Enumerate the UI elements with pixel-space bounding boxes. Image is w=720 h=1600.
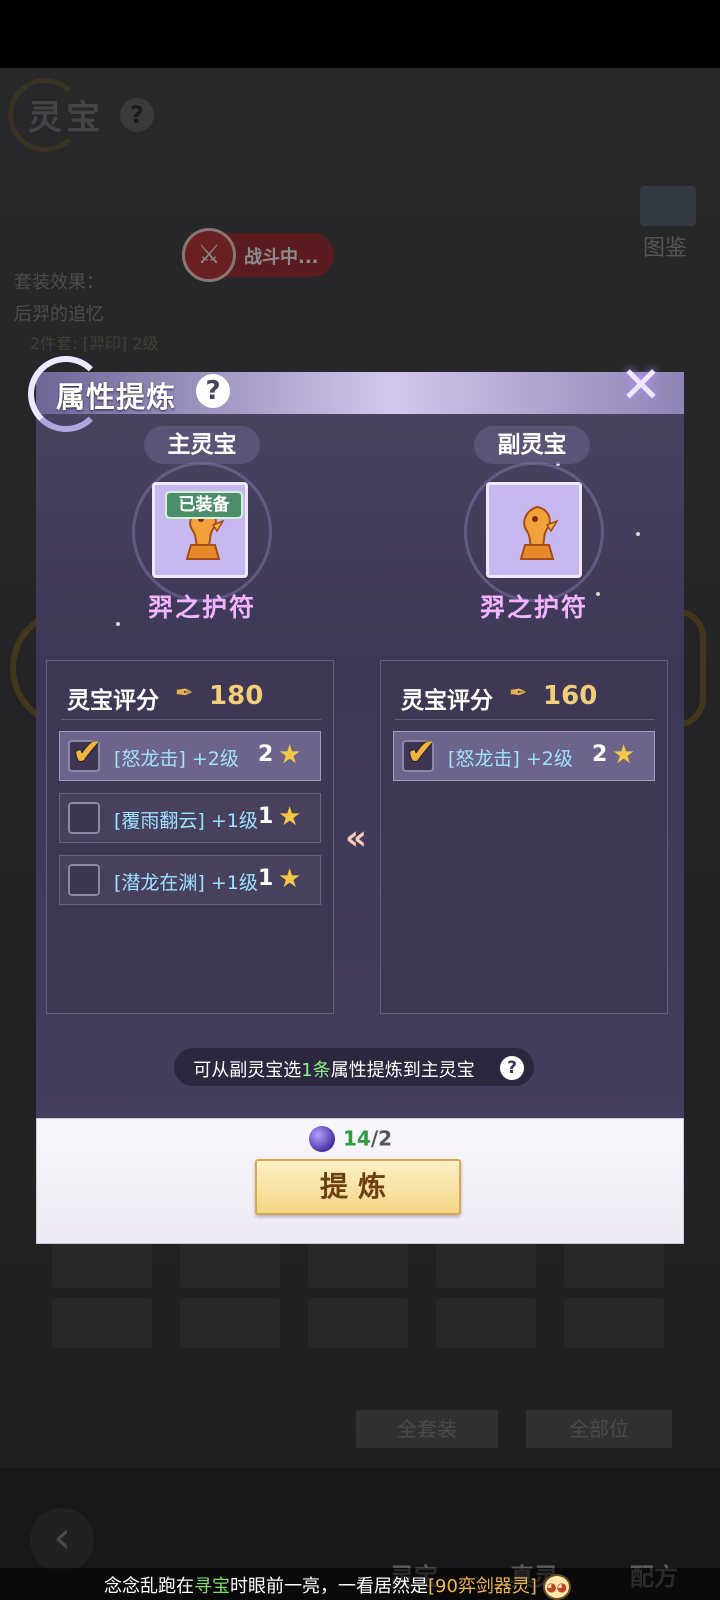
star-icon: ★ [278, 802, 302, 832]
star-icon: ★ [278, 740, 302, 770]
attribute-level: 1 [258, 804, 274, 829]
attribute-checkbox[interactable] [68, 802, 100, 834]
quill-icon: ✒ [175, 681, 194, 706]
dialog-body: 属性提炼 ? ✕ 主灵宝 已装备 羿之护符 副灵宝 羿之护符 灵宝评分 ✒ 18… [28, 356, 684, 1118]
attribute-level: 2 [592, 742, 608, 767]
star-icon: ★ [278, 864, 302, 894]
divider [61, 719, 321, 720]
attribute-checkbox[interactable] [68, 864, 100, 896]
secondary-item-label: 副灵宝 [474, 426, 590, 464]
attribute-row[interactable]: [潜龙在渊] +1级 1 ★ [59, 855, 321, 905]
attribute-row[interactable]: ✔ [怒龙击] +2级 2 ★ [393, 731, 655, 781]
divider [395, 719, 655, 720]
marquee-item: [90弈剑器灵] [428, 1576, 537, 1597]
status-bar [0, 0, 720, 68]
equipped-badge: 已装备 [165, 491, 243, 519]
refine-hint: 可从副灵宝选1条属性提炼到主灵宝 ? [174, 1048, 534, 1086]
hint-prefix: 可从副灵宝选 [193, 1060, 302, 1081]
marquee-highlight: 寻宝 [194, 1576, 230, 1597]
hint-suffix: 属性提炼到主灵宝 [330, 1060, 475, 1081]
amulet-icon [519, 505, 559, 560]
emoji-icon: ◕◕ [542, 1574, 571, 1600]
star-decoration [636, 532, 640, 536]
dialog-footer: 14/2 提炼 [36, 1118, 684, 1244]
main-attributes-panel: 灵宝评分 ✒ 180 ✔ [怒龙击] +2级 2 ★ [覆雨翻云] +1级 1 … [46, 660, 334, 1014]
secondary-attributes-panel: 灵宝评分 ✒ 160 ✔ [怒龙击] +2级 2 ★ [380, 660, 668, 1014]
attribute-checkbox[interactable]: ✔ [68, 732, 102, 773]
material-owned: 14 [343, 1126, 371, 1151]
marquee-part: 时眼前一亮，一看居然是 [230, 1576, 428, 1597]
attribute-name: [潜龙在渊] +1级 [114, 872, 258, 894]
help-icon[interactable]: ? [500, 1056, 524, 1080]
main-score-row: 灵宝评分 ✒ 180 [67, 681, 263, 715]
secondary-score-row: 灵宝评分 ✒ 160 [401, 681, 597, 715]
material-required: 2 [378, 1126, 393, 1151]
score-label: 灵宝评分 [67, 688, 159, 714]
refine-button[interactable]: 提炼 [255, 1159, 461, 1215]
checkmark-icon: ✔ [72, 732, 103, 773]
hint-count: 1条 [301, 1060, 331, 1081]
attribute-row[interactable]: ✔ [怒龙击] +2级 2 ★ [59, 731, 321, 781]
close-icon[interactable]: ✕ [616, 360, 666, 412]
main-item-slot[interactable]: 已装备 [152, 482, 248, 578]
marquee-text: 念念乱跑在寻宝时眼前一亮，一看居然是[90弈剑器灵] ◕◕ [104, 1572, 571, 1600]
attribute-checkbox[interactable]: ✔ [402, 732, 436, 773]
attribute-name: [怒龙击] +2级 [448, 748, 573, 770]
score-label: 灵宝评分 [401, 688, 493, 714]
main-item-name: 羿之护符 [147, 593, 256, 622]
star-icon: ★ [612, 740, 636, 770]
dialog-header: 属性提炼 ? ✕ [28, 356, 684, 432]
hint-text: 可从副灵宝选1条属性提炼到主灵宝 [174, 1056, 494, 1082]
refine-dialog: 属性提炼 ? ✕ 主灵宝 已装备 羿之护符 副灵宝 羿之护符 灵宝评分 ✒ 18… [28, 356, 684, 1244]
attribute-level: 2 [258, 742, 274, 767]
star-decoration [116, 622, 120, 626]
checkmark-icon: ✔ [406, 732, 437, 773]
material-cost: 14/2 [309, 1125, 392, 1153]
help-icon[interactable]: ? [196, 374, 230, 408]
marquee-part: 念念乱跑在 [104, 1576, 194, 1597]
transfer-arrow-icon: « [345, 818, 367, 858]
secondary-item-name: 羿之护符 [479, 593, 588, 622]
attribute-row[interactable]: [覆雨翻云] +1级 1 ★ [59, 793, 321, 843]
attribute-name: [怒龙击] +2级 [114, 748, 239, 770]
score-value: 160 [543, 681, 598, 711]
attribute-name: [覆雨翻云] +1级 [114, 810, 258, 832]
quill-icon: ✒ [509, 681, 528, 706]
purple-orb-icon [309, 1125, 335, 1152]
dialog-title: 属性提炼 [56, 380, 177, 414]
secondary-item-slot[interactable] [486, 482, 582, 578]
attribute-level: 1 [258, 866, 274, 891]
announcement-marquee: 念念乱跑在寻宝时眼前一亮，一看居然是[90弈剑器灵] ◕◕ [0, 1568, 720, 1600]
main-item-label: 主灵宝 [144, 426, 260, 464]
score-value: 180 [209, 681, 264, 711]
